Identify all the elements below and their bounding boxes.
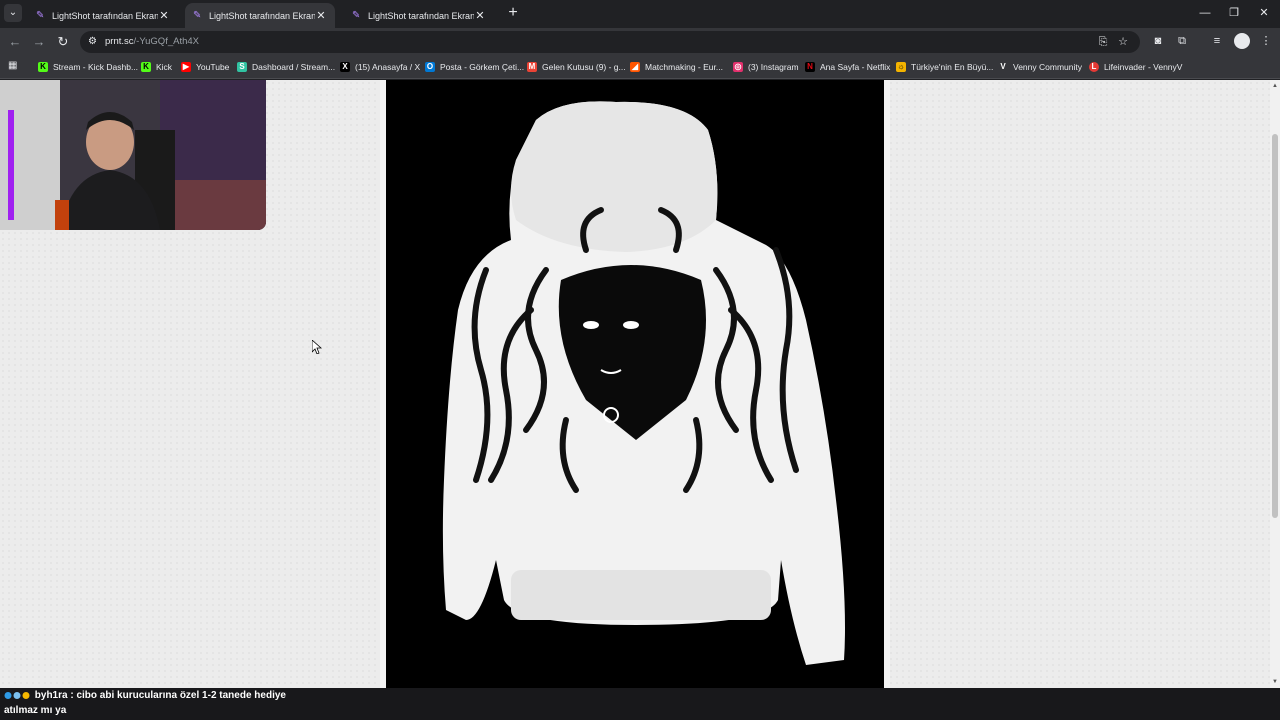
- bookmark-label: Ana Sayfa - Netflix: [820, 62, 891, 72]
- kebab-menu-icon[interactable]: ⋮: [1258, 33, 1274, 49]
- bookmark-netflix[interactable]: N Ana Sayfa - Netflix: [805, 59, 890, 75]
- netflix-icon: N: [805, 62, 815, 72]
- install-app-icon[interactable]: ⎘: [1096, 35, 1110, 49]
- bookmark-turkiye[interactable]: ☼ Türkiye'nin En Büyü...: [896, 59, 993, 75]
- tab-2-active[interactable]: ✎ LightShot tarafından Ekran Görüntüsü ✕: [185, 3, 335, 28]
- bookmark-label: (15) Anasayfa / X: [355, 62, 421, 72]
- browser-toolbar: ← → ↻ ⚙ prnt.sc/-YuGQf_Ath4X ⎘ ☆ ◙ ⧉ ≡ ⋮: [0, 28, 1280, 55]
- site-info-icon[interactable]: ⚙: [88, 35, 100, 49]
- chat-message-text: cibo abi kurucularına özel 1-2 tanede he…: [76, 690, 286, 701]
- chat-message-line-2: atılmaz mı ya: [4, 705, 67, 716]
- bookmark-x[interactable]: X (15) Anasayfa / X: [340, 59, 420, 75]
- kick-icon: K: [38, 62, 48, 72]
- new-tab-plus-icon[interactable]: +: [504, 4, 522, 22]
- url-path: /-YuGQf_Ath4X: [133, 36, 199, 47]
- chat-username: byh1ra: [34, 690, 68, 701]
- tab-title: LightShot tarafından Ekran Görüntüsü: [368, 10, 474, 21]
- bookmark-stream-kick[interactable]: K Stream - Kick Dashb...: [38, 59, 138, 75]
- medusa-hoodie-image: [442, 101, 845, 665]
- vertical-scrollbar[interactable]: ▲ ▼: [1270, 80, 1280, 688]
- instagram-icon: ◎: [733, 62, 743, 72]
- bookmark-label: Posta - Görkem Çeti...: [440, 62, 525, 72]
- site-icon: ☼: [896, 62, 906, 72]
- bookmark-streamlabs-dashboard[interactable]: S Dashboard / Stream...: [237, 59, 335, 75]
- bookmark-faceit[interactable]: ◢ Matchmaking - Eur...: [630, 59, 723, 75]
- extension-icon[interactable]: ◙: [1150, 33, 1166, 49]
- x-icon: X: [340, 62, 350, 72]
- bookmark-label: Venny Community: [1013, 62, 1082, 72]
- tab-strip: ⌄ ✎ LightShot tarafından Ekran Görüntüsü…: [0, 0, 1280, 28]
- bookmark-label: Matchmaking - Eur...: [645, 62, 723, 72]
- bookmark-gmail[interactable]: M Gelen Kutusu (9) - g...: [527, 59, 626, 75]
- address-bar[interactable]: ⚙ prnt.sc/-YuGQf_Ath4X ⎘ ☆: [80, 31, 1140, 53]
- streamer-webcam-image: [0, 80, 266, 230]
- close-tab-icon[interactable]: ✕: [474, 9, 486, 22]
- bookmark-star-icon[interactable]: ☆: [1116, 35, 1130, 49]
- reload-icon[interactable]: ↻: [54, 33, 72, 51]
- bookmarks-bar: ▦ K Stream - Kick Dashb... K Kick ▶ YouTube…: [0, 55, 1280, 79]
- chat-message-line-1: byh1ra : cibo abi kurucularına özel 1-2 …: [4, 690, 286, 701]
- tab-title: LightShot tarafından Ekran Görüntüsü: [52, 10, 158, 21]
- bookmark-label: (3) Instagram: [748, 62, 799, 72]
- faceit-icon: ◢: [630, 62, 640, 72]
- youtube-icon: ▶: [181, 62, 191, 72]
- bookmark-kick[interactable]: K Kick: [141, 59, 172, 75]
- lightshot-feather-icon: ✎: [193, 9, 202, 21]
- bookmark-label: Kick: [156, 62, 173, 72]
- extensions-puzzle-icon[interactable]: ⧉: [1174, 33, 1190, 49]
- apps-grid-icon[interactable]: ▦: [8, 60, 20, 72]
- chat-badges-icon: [4, 691, 32, 700]
- mouse-cursor-icon: [312, 340, 322, 354]
- streamlabs-icon: S: [237, 62, 247, 72]
- lifeinvader-icon: L: [1089, 62, 1099, 72]
- bookmark-lifeinvader[interactable]: L Lifeinvader - VennyV: [1089, 59, 1182, 75]
- tab-3[interactable]: ✎ LightShot tarafından Ekran Görüntüsü ✕: [344, 3, 494, 28]
- forward-arrow-icon[interactable]: →: [30, 33, 48, 51]
- profile-avatar[interactable]: [1234, 33, 1250, 49]
- bookmark-label: Lifeinvader - VennyV: [1104, 62, 1183, 72]
- window-close-icon[interactable]: ✕: [1255, 4, 1273, 22]
- minimize-icon[interactable]: —: [1196, 4, 1214, 22]
- tab-1[interactable]: ✎ LightShot tarafından Ekran Görüntüsü ✕: [28, 3, 178, 28]
- media-controls-icon[interactable]: ≡: [1209, 33, 1225, 49]
- bookmark-instagram[interactable]: ◎ (3) Instagram: [733, 59, 799, 75]
- kick-icon: K: [141, 62, 151, 72]
- lightshot-feather-icon: ✎: [36, 9, 45, 21]
- bookmark-youtube[interactable]: ▶ YouTube: [181, 59, 229, 75]
- close-tab-icon[interactable]: ✕: [158, 9, 170, 22]
- restore-icon[interactable]: ❐: [1225, 4, 1243, 22]
- bookmark-label: Dashboard / Stream...: [252, 62, 336, 72]
- outlook-icon: O: [425, 62, 435, 72]
- scrollbar-thumb[interactable]: [1272, 134, 1278, 518]
- screenshot-image[interactable]: [386, 80, 884, 688]
- bookmark-outlook[interactable]: O Posta - Görkem Çeti...: [425, 59, 524, 75]
- back-arrow-icon[interactable]: ←: [6, 33, 24, 51]
- bookmark-label: Stream - Kick Dashb...: [53, 62, 139, 72]
- close-tab-icon[interactable]: ✕: [315, 9, 327, 22]
- bookmark-label: Gelen Kutusu (9) - g...: [542, 62, 626, 72]
- bookmark-venny[interactable]: V Venny Community: [998, 59, 1082, 75]
- url-host: prnt.sc: [105, 36, 134, 47]
- bookmark-label: YouTube: [196, 62, 230, 72]
- lightshot-feather-icon: ✎: [352, 9, 361, 21]
- scroll-up-arrow-icon[interactable]: ▲: [1271, 82, 1279, 90]
- venny-icon: V: [1000, 62, 1006, 71]
- tab-title: LightShot tarafından Ekran Görüntüsü: [209, 10, 315, 21]
- scroll-down-arrow-icon[interactable]: ▼: [1271, 678, 1279, 686]
- tab-search-chevron-icon[interactable]: ⌄: [4, 4, 22, 22]
- stream-chat-overlay: byh1ra : cibo abi kurucularına özel 1-2 …: [0, 688, 1280, 720]
- webcam-overlay: [0, 80, 266, 230]
- url-text[interactable]: prnt.sc/-YuGQf_Ath4X: [105, 35, 199, 49]
- bookmark-label: Türkiye'nin En Büyü...: [911, 62, 994, 72]
- gmail-icon: M: [527, 62, 537, 72]
